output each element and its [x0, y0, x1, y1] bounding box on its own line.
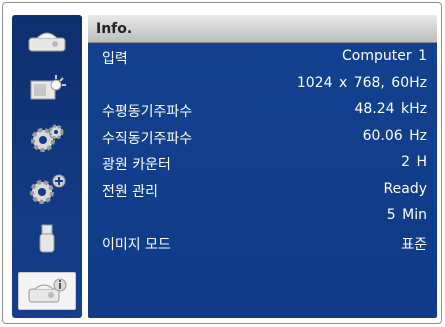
- info-panel: Info. 입력 Computer 1 1024 x 768, 60Hz 수평동…: [88, 15, 437, 318]
- sidebar-item-expanded[interactable]: [18, 170, 76, 208]
- image-adjust-icon: [25, 73, 69, 105]
- expanded-setting-icon: [26, 172, 68, 206]
- info-row-input: 입력 Computer 1: [88, 45, 437, 72]
- info-icon: [25, 276, 69, 306]
- input-label: 입력: [102, 51, 128, 67]
- info-row-resolution: 1024 x 768, 60Hz: [88, 72, 437, 99]
- resolution-value: 1024 x 768, 60Hz: [296, 74, 427, 91]
- image-mode-value: 표준: [401, 236, 427, 253]
- h-sync-label: 수평동기주파수: [102, 104, 193, 120]
- image-mode-label: 이미지 모드: [102, 236, 171, 253]
- info-row-power-time: 5 Min: [88, 204, 437, 231]
- lamp-counter-label: 광원 카운터: [102, 157, 171, 173]
- menu-sidebar: [12, 15, 82, 318]
- sidebar-item-image-adjust[interactable]: [18, 70, 76, 108]
- power-state-value: Ready: [383, 180, 427, 197]
- panel-title: Info.: [88, 15, 437, 43]
- sidebar-item-display[interactable]: [18, 21, 76, 59]
- sidebar-item-info[interactable]: [18, 272, 76, 310]
- info-row-v-sync: 수직동기주파수 60.06 Hz: [88, 125, 437, 152]
- sidebar-item-setting[interactable]: [18, 120, 76, 158]
- v-sync-value: 60.06 Hz: [362, 127, 427, 144]
- lamp-counter-value: 2 H: [401, 154, 427, 170]
- h-sync-value: 48.24 kHz: [354, 101, 427, 117]
- usb-icon: [32, 222, 62, 256]
- osd-menu-window: Info. 입력 Computer 1 1024 x 768, 60Hz 수평동…: [2, 2, 442, 324]
- setting-gear-icon: [27, 122, 67, 156]
- sidebar-item-usb[interactable]: [18, 220, 76, 258]
- power-management-label: 전원 관리: [102, 183, 158, 200]
- info-list: 입력 Computer 1 1024 x 768, 60Hz 수평동기주파수 4…: [88, 45, 437, 257]
- info-row-image-mode: 이미지 모드 표준: [88, 231, 437, 258]
- input-value: Computer 1: [342, 48, 427, 64]
- display-icon: [25, 26, 69, 54]
- v-sync-label: 수직동기주파수: [102, 130, 193, 147]
- info-row-power: 전원 관리 Ready: [88, 178, 437, 205]
- info-row-h-sync: 수평동기주파수 48.24 kHz: [88, 98, 437, 125]
- info-row-lamp: 광원 카운터 2 H: [88, 151, 437, 178]
- power-time-value: 5 Min: [386, 207, 427, 223]
